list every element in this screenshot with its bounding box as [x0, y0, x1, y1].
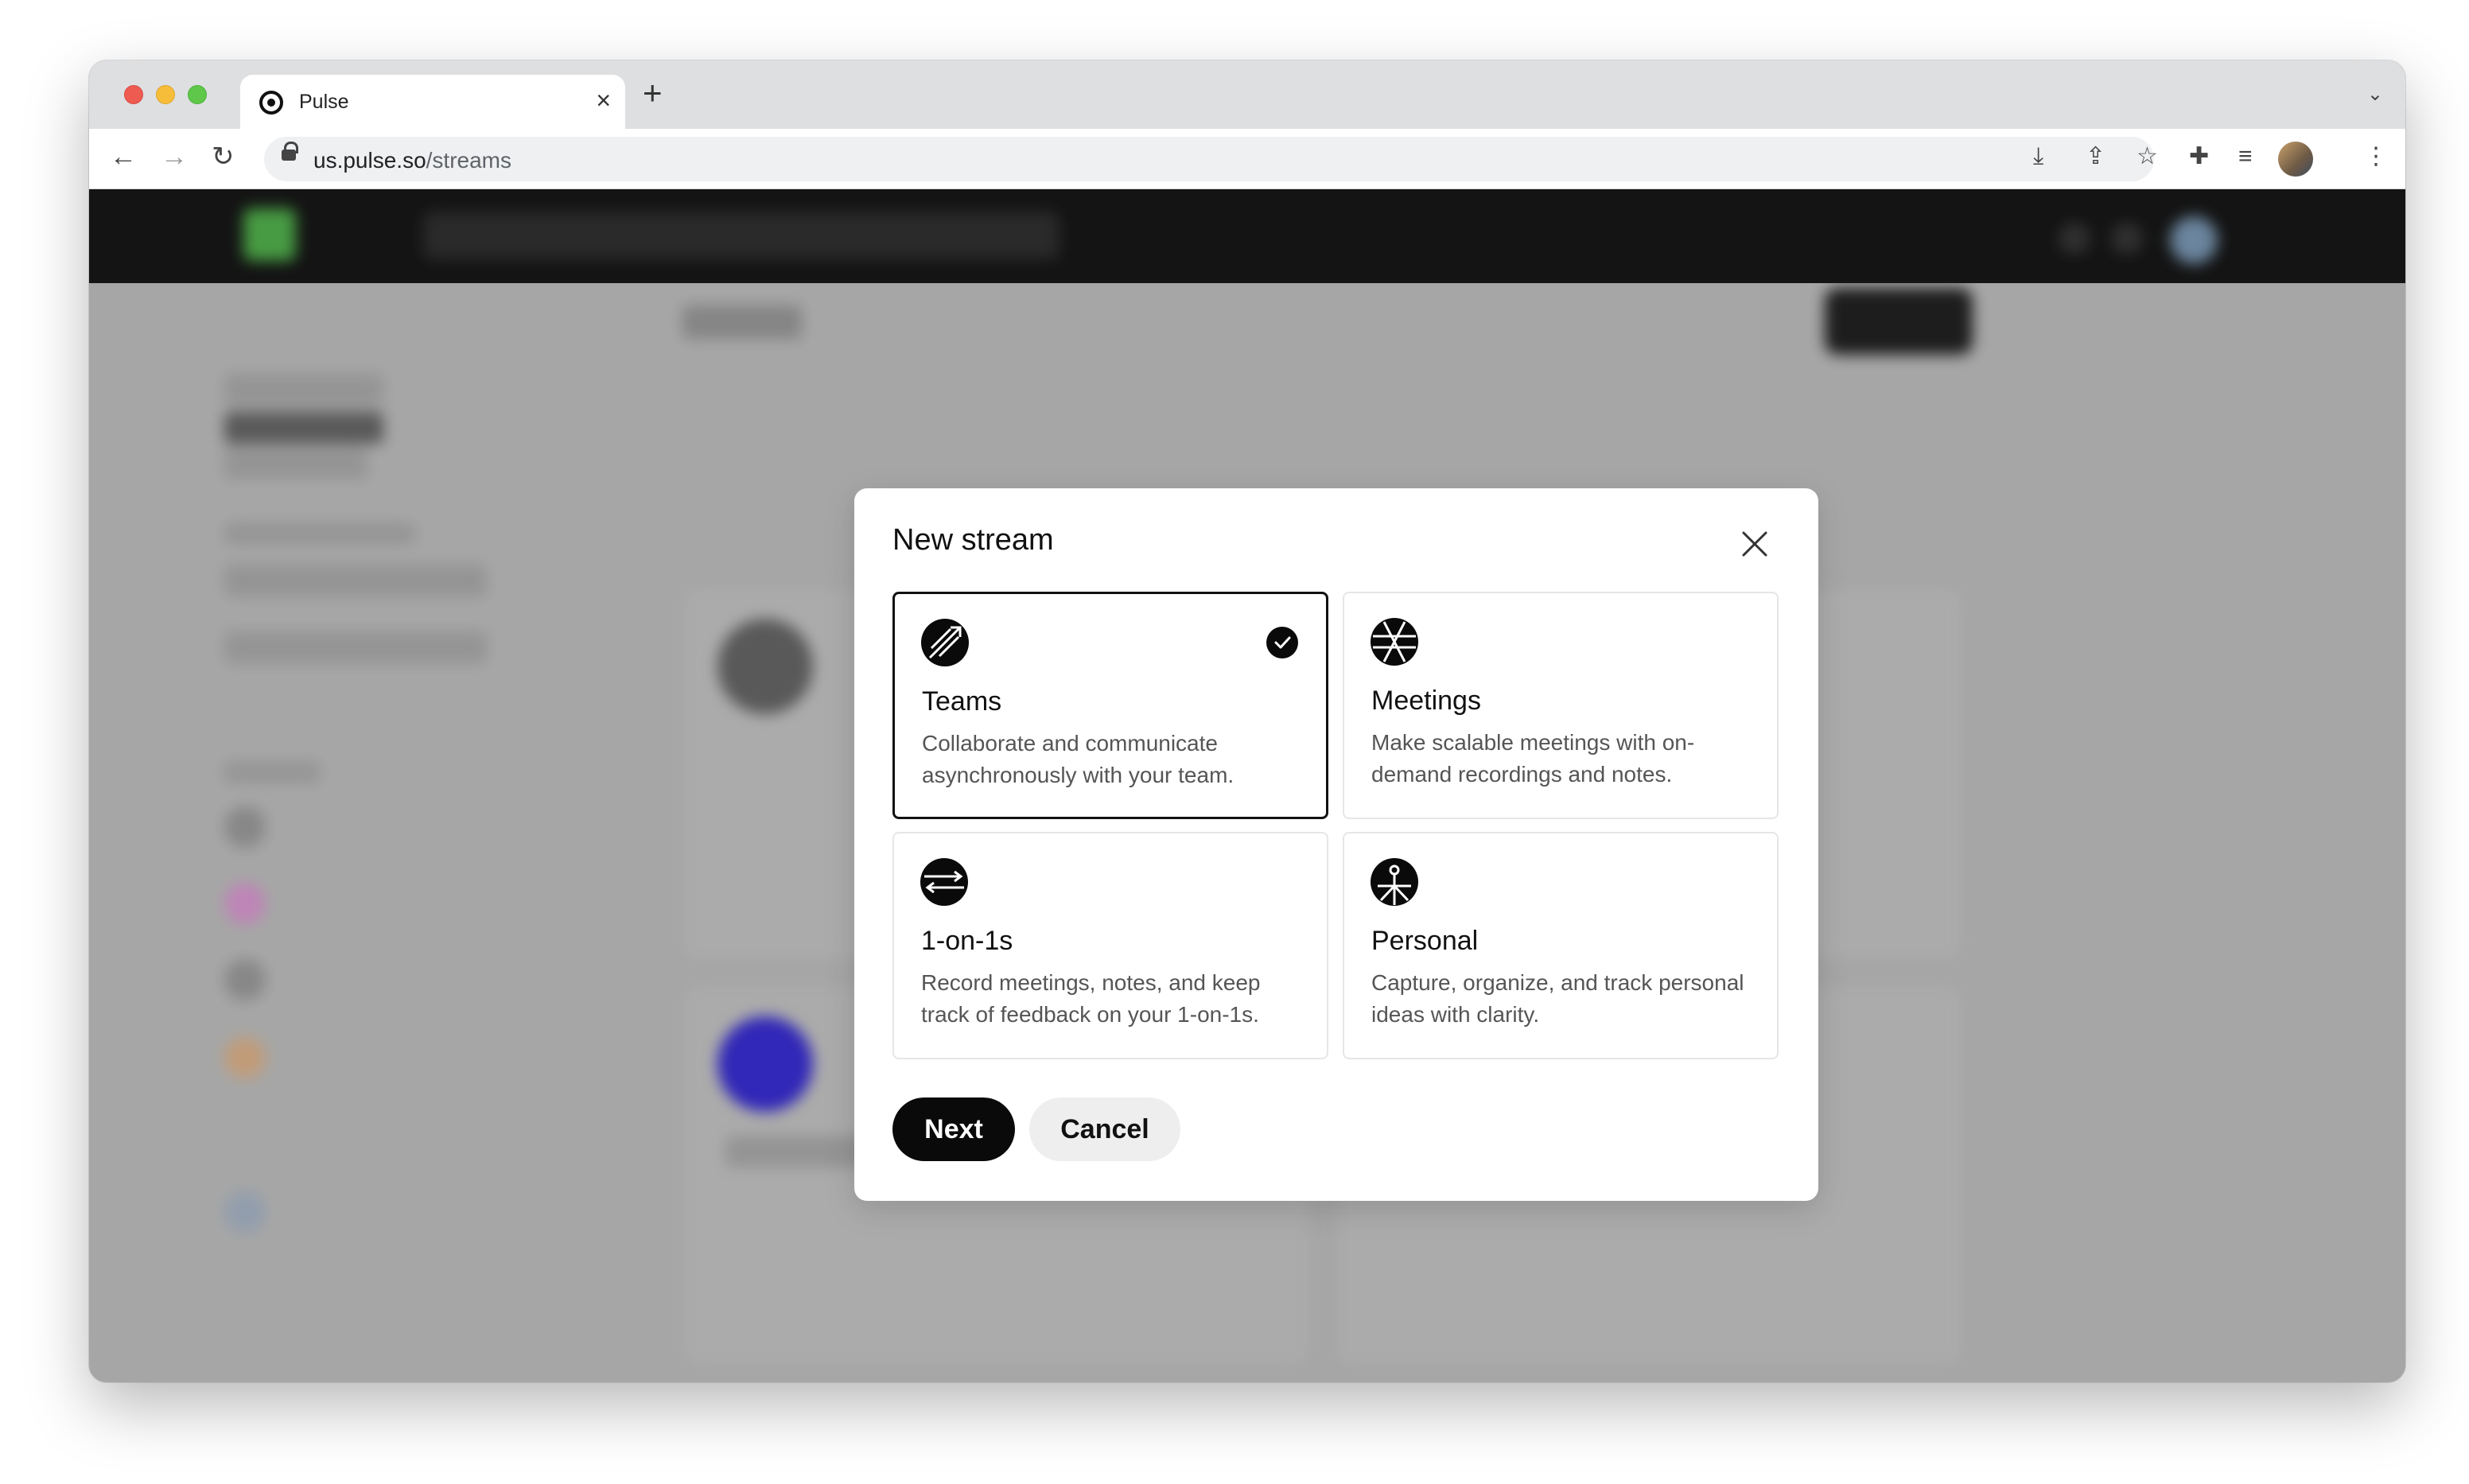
meetings-icon — [1371, 618, 1418, 666]
option-title: 1-on-1s — [921, 926, 1013, 956]
option-teams[interactable]: Teams Collaborate and communicate asynch… — [892, 592, 1328, 819]
pulse-favicon-icon — [259, 91, 283, 115]
url-path: /streams — [426, 148, 511, 173]
new-tab-icon[interactable]: + — [643, 76, 663, 110]
option-description: Record meetings, notes, and keep track o… — [921, 970, 1261, 1027]
teams-icon — [921, 619, 969, 666]
browser-toolbar: ← → ↻ us.pulse.so/streams ⤓ ⇪ ☆ ✚ ≡ ⋮ — [89, 129, 2405, 189]
new-stream-dialog: New stream Teams Collaborate and communi… — [854, 488, 1818, 1201]
tab-bar: Pulse × + ⌄ — [89, 60, 2405, 129]
option-one-on-ones[interactable]: 1-on-1s Record meetings, notes, and keep… — [892, 832, 1328, 1059]
url-text: us.pulse.so/streams — [313, 148, 511, 173]
browser-window: Pulse × + ⌄ ← → ↻ us.pulse.so/streams ⤓ … — [89, 60, 2405, 1382]
option-description: Collaborate and communicate asynchronous… — [922, 731, 1234, 787]
dialog-title: New stream — [892, 523, 1054, 557]
close-window-button[interactable] — [124, 85, 143, 104]
lock-icon — [282, 142, 298, 161]
tab-title: Pulse — [299, 91, 349, 113]
back-arrow-icon[interactable]: ← — [110, 143, 137, 170]
option-meetings[interactable]: Meetings Make scalable meetings with on-… — [1343, 592, 1779, 819]
browser-menu-icon[interactable]: ⋮ — [2364, 145, 2388, 169]
url-host: us.pulse.so — [313, 148, 426, 173]
close-icon[interactable] — [1740, 530, 1769, 558]
install-app-icon[interactable]: ⤓ — [2033, 145, 2043, 169]
browser-tab[interactable]: Pulse × — [240, 75, 625, 129]
option-description: Capture, organize, and track personal id… — [1371, 970, 1744, 1027]
one-on-one-icon — [920, 858, 968, 906]
address-bar[interactable]: us.pulse.so/streams — [264, 137, 2154, 181]
reload-icon[interactable]: ↻ — [212, 143, 235, 170]
share-icon[interactable]: ⇪ — [2086, 145, 2105, 169]
next-button[interactable]: Next — [892, 1097, 1015, 1161]
option-title: Teams — [922, 686, 1002, 717]
forward-arrow-icon[interactable]: → — [161, 143, 188, 170]
reading-list-icon[interactable]: ≡ — [2238, 145, 2253, 169]
option-personal[interactable]: Personal Capture, organize, and track pe… — [1343, 832, 1779, 1059]
minimize-window-button[interactable] — [156, 85, 175, 104]
extensions-puzzle-icon[interactable]: ✚ — [2189, 145, 2209, 169]
option-title: Meetings — [1371, 686, 1481, 716]
cancel-button[interactable]: Cancel — [1029, 1097, 1180, 1161]
personal-icon — [1371, 858, 1418, 906]
maximize-window-button[interactable] — [188, 85, 207, 104]
option-title: Personal — [1371, 926, 1479, 956]
option-description: Make scalable meetings with on-demand re… — [1371, 730, 1695, 787]
tab-close-icon[interactable]: × — [596, 87, 611, 113]
profile-avatar[interactable] — [2278, 142, 2313, 177]
selected-check-icon — [1266, 627, 1298, 658]
tab-search-chevron-icon[interactable]: ⌄ — [2367, 83, 2383, 106]
bookmark-star-icon[interactable]: ☆ — [2137, 145, 2158, 169]
